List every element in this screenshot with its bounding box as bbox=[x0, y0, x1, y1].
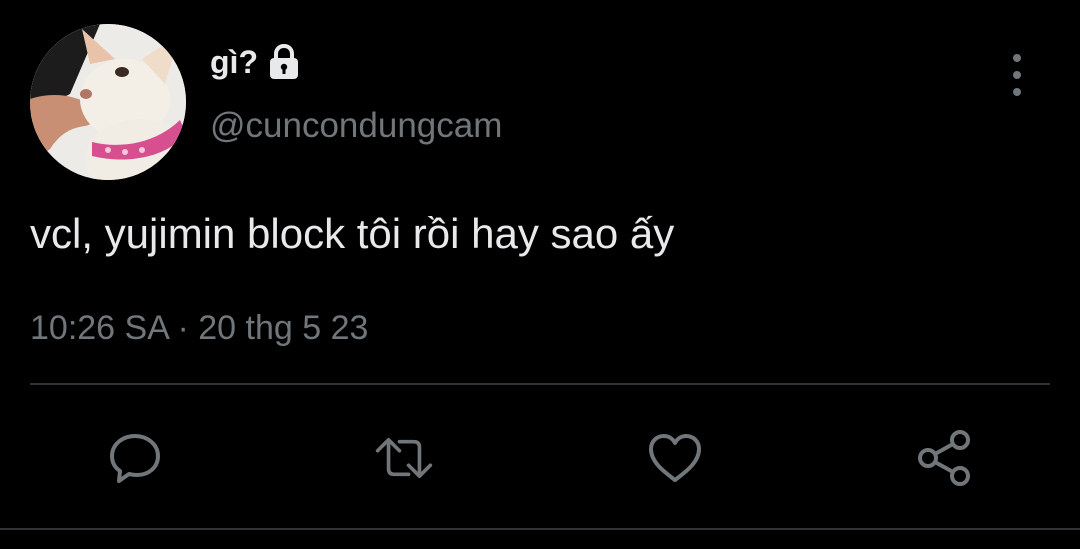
divider bbox=[30, 383, 1050, 385]
share-icon bbox=[918, 430, 970, 486]
more-dot bbox=[1013, 71, 1021, 79]
author-handle[interactable]: @cuncondungcam bbox=[210, 106, 502, 146]
reply-button[interactable] bbox=[105, 428, 165, 488]
retweet-button[interactable] bbox=[374, 428, 434, 488]
tweet-timestamp[interactable]: 10:26 SA · 20 thg 5 23 bbox=[30, 308, 368, 348]
lock-icon bbox=[268, 43, 300, 80]
share-button[interactable] bbox=[915, 428, 975, 488]
more-dot bbox=[1013, 88, 1021, 96]
chihuahua-avatar-image bbox=[30, 24, 186, 180]
author-display-name[interactable]: gì? bbox=[210, 42, 258, 82]
tweet-detail: gì? @cuncondungcam vcl, yujimin block tô… bbox=[0, 0, 1080, 549]
like-button[interactable] bbox=[645, 428, 705, 488]
bottom-divider bbox=[0, 528, 1080, 530]
timestamp-separator: · bbox=[177, 309, 189, 347]
avatar[interactable] bbox=[30, 24, 186, 180]
tweet-text: vcl, yujimin block tôi rồi hay sao ấy bbox=[30, 210, 675, 257]
retweet-icon bbox=[375, 438, 433, 478]
more-options-icon[interactable] bbox=[1002, 54, 1032, 96]
author-name-row: gì? bbox=[210, 42, 300, 82]
tweet-time: 10:26 SA bbox=[30, 309, 169, 347]
tweet-date: 20 thg 5 23 bbox=[198, 309, 369, 347]
heart-icon bbox=[649, 434, 701, 482]
speech-bubble-icon bbox=[110, 434, 160, 483]
more-dot bbox=[1013, 54, 1021, 62]
